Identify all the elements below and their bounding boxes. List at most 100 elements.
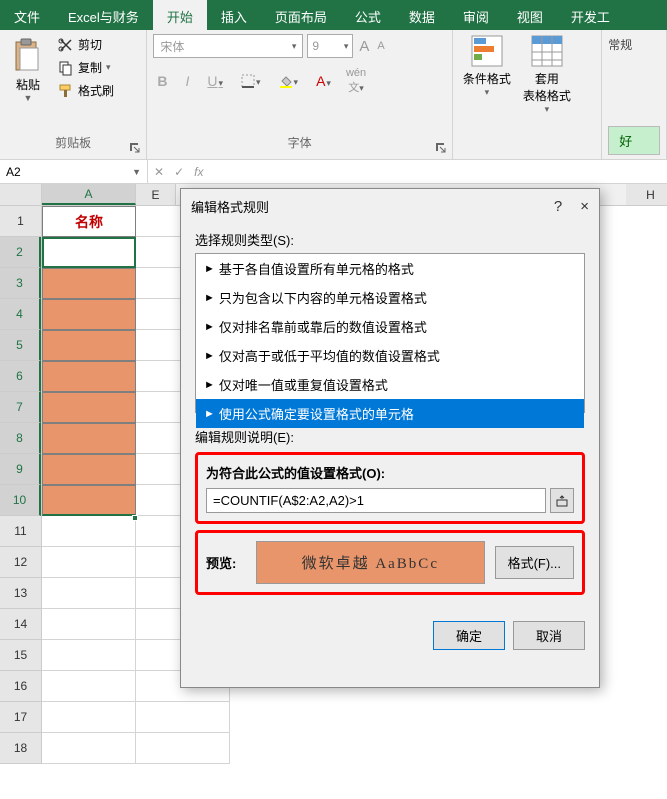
tab-insert[interactable]: 插入 <box>207 0 261 30</box>
row-header-7[interactable]: 7 <box>0 392 41 423</box>
rule-label: 基于各自值设置所有单元格的格式 <box>219 259 414 278</box>
conditional-formatting-button[interactable]: 条件格式 ▾ <box>459 34 515 115</box>
rule-type-unique-duplicate[interactable]: ►仅对唯一值或重复值设置格式 <box>196 370 584 399</box>
bold-button[interactable]: B <box>153 71 171 91</box>
tab-excel-finance[interactable]: Excel与财务 <box>54 0 153 30</box>
row-header-14[interactable]: 14 <box>0 609 41 640</box>
tab-data[interactable]: 数据 <box>395 0 449 30</box>
cell-A10[interactable] <box>42 485 136 516</box>
cell-A5[interactable] <box>42 330 136 361</box>
cell-B18[interactable] <box>136 733 230 764</box>
cell-A7[interactable] <box>42 392 136 423</box>
rule-type-top-bottom[interactable]: ►仅对排名靠前或靠后的数值设置格式 <box>196 312 584 341</box>
row-header-9[interactable]: 9 <box>0 454 41 485</box>
font-name-combo[interactable]: 宋体▾ <box>153 34 303 58</box>
row-header-11[interactable]: 11 <box>0 516 41 547</box>
copy-button[interactable]: 复制 ▾ <box>58 59 114 76</box>
style-normal[interactable]: 常规 <box>608 36 660 53</box>
row-header-8[interactable]: 8 <box>0 423 41 454</box>
font-dialog-launcher[interactable] <box>434 141 448 155</box>
fx-icon[interactable]: fx <box>194 165 203 179</box>
dialog-close-button[interactable]: × <box>580 198 589 215</box>
formula-input[interactable] <box>206 488 546 513</box>
row-header-13[interactable]: 13 <box>0 578 41 609</box>
enter-formula-icon[interactable]: ✓ <box>174 165 184 179</box>
underline-button[interactable]: U▾ <box>203 71 227 91</box>
paintbrush-icon <box>58 83 74 99</box>
cell-A11[interactable] <box>42 516 136 547</box>
rule-type-above-below-avg[interactable]: ►仅对高于或低于平均值的数值设置格式 <box>196 341 584 370</box>
cell-A6[interactable] <box>42 361 136 392</box>
tab-file[interactable]: 文件 <box>0 0 54 30</box>
font-size-combo[interactable]: 9▾ <box>307 34 353 58</box>
cell-A4[interactable] <box>42 299 136 330</box>
row-header-6[interactable]: 6 <box>0 361 41 392</box>
row-header-16[interactable]: 16 <box>0 671 41 702</box>
cell-A3[interactable] <box>42 268 136 299</box>
format-painter-button[interactable]: 格式刷 <box>58 82 114 99</box>
cell-A14[interactable] <box>42 609 136 640</box>
row-header-12[interactable]: 12 <box>0 547 41 578</box>
cell-A1[interactable]: 名称 <box>42 206 136 237</box>
row-headers: 1 2 3 4 5 6 7 8 9 10 11 12 13 14 15 16 1… <box>0 206 42 764</box>
collapse-dialog-button[interactable] <box>550 488 574 513</box>
phonetic-button[interactable]: wén文▾ <box>345 66 367 96</box>
style-good[interactable]: 好 <box>608 126 660 155</box>
rule-type-formula[interactable]: ►使用公式确定要设置格式的单元格 <box>196 399 584 428</box>
tab-page-layout[interactable]: 页面布局 <box>261 0 341 30</box>
formula-bar[interactable]: ✕ ✓ fx <box>148 160 667 183</box>
row-header-4[interactable]: 4 <box>0 299 41 330</box>
cell-A2[interactable] <box>42 237 136 268</box>
increase-font-button[interactable]: A <box>357 36 371 57</box>
row-header-17[interactable]: 17 <box>0 702 41 733</box>
cell-A8[interactable] <box>42 423 136 454</box>
col-header-E[interactable]: E <box>136 184 176 205</box>
tab-home[interactable]: 开始 <box>153 0 207 30</box>
col-header-H[interactable]: H <box>626 184 667 205</box>
decrease-font-button[interactable]: A <box>375 38 386 54</box>
cancel-button[interactable]: 取消 <box>513 621 585 650</box>
cell-A17[interactable] <box>42 702 136 733</box>
rule-type-contains[interactable]: ►只为包含以下内容的单元格设置格式 <box>196 283 584 312</box>
tab-formulas[interactable]: 公式 <box>341 0 395 30</box>
preview-highlight-box: 预览: 微软卓越 AaBbCc 格式(F)... <box>195 530 585 595</box>
cell-A16[interactable] <box>42 671 136 702</box>
copy-dropdown-arrow: ▾ <box>106 62 111 73</box>
cancel-formula-icon[interactable]: ✕ <box>154 165 164 179</box>
cell-A13[interactable] <box>42 578 136 609</box>
tab-view[interactable]: 视图 <box>503 0 557 30</box>
cell-A18[interactable] <box>42 733 136 764</box>
row-header-1[interactable]: 1 <box>0 206 41 237</box>
format-button[interactable]: 格式(F)... <box>495 546 574 579</box>
font-color-button[interactable]: A▾ <box>312 71 335 91</box>
row-header-18[interactable]: 18 <box>0 733 41 764</box>
arrow-right-icon: ► <box>204 350 215 362</box>
paste-button[interactable]: 粘贴 ▼ <box>6 34 50 103</box>
cell-A15[interactable] <box>42 640 136 671</box>
rule-type-all-cells[interactable]: ►基于各自值设置所有单元格的格式 <box>196 254 584 283</box>
tab-review[interactable]: 审阅 <box>449 0 503 30</box>
row-header-3[interactable]: 3 <box>0 268 41 299</box>
row-header-2[interactable]: 2 <box>0 237 41 268</box>
ok-button[interactable]: 确定 <box>433 621 505 650</box>
italic-button[interactable]: I <box>181 71 193 91</box>
col-header-A[interactable]: A <box>42 184 136 205</box>
tab-developer[interactable]: 开发工 <box>557 0 624 30</box>
clipboard-dialog-launcher[interactable] <box>128 141 142 155</box>
select-all-corner[interactable] <box>0 184 42 206</box>
cell-B17[interactable] <box>136 702 230 733</box>
cell-A12[interactable] <box>42 547 136 578</box>
dialog-help-button[interactable]: ? <box>554 198 562 215</box>
selection-handle[interactable] <box>132 515 138 521</box>
row-header-15[interactable]: 15 <box>0 640 41 671</box>
row-header-10[interactable]: 10 <box>0 485 41 516</box>
border-button[interactable]: ▾ <box>237 72 265 90</box>
cut-button[interactable]: 剪切 <box>58 36 114 53</box>
name-box[interactable]: A2 ▼ <box>0 160 148 183</box>
dialog-titlebar[interactable]: 编辑格式规则 ? × <box>181 189 599 224</box>
fill-color-button[interactable]: ▾ <box>275 72 303 90</box>
row-header-5[interactable]: 5 <box>0 330 41 361</box>
chevron-down-icon: ▾ <box>485 87 490 98</box>
format-as-table-button[interactable]: 套用 表格格式 ▾ <box>519 34 575 115</box>
cell-A9[interactable] <box>42 454 136 485</box>
